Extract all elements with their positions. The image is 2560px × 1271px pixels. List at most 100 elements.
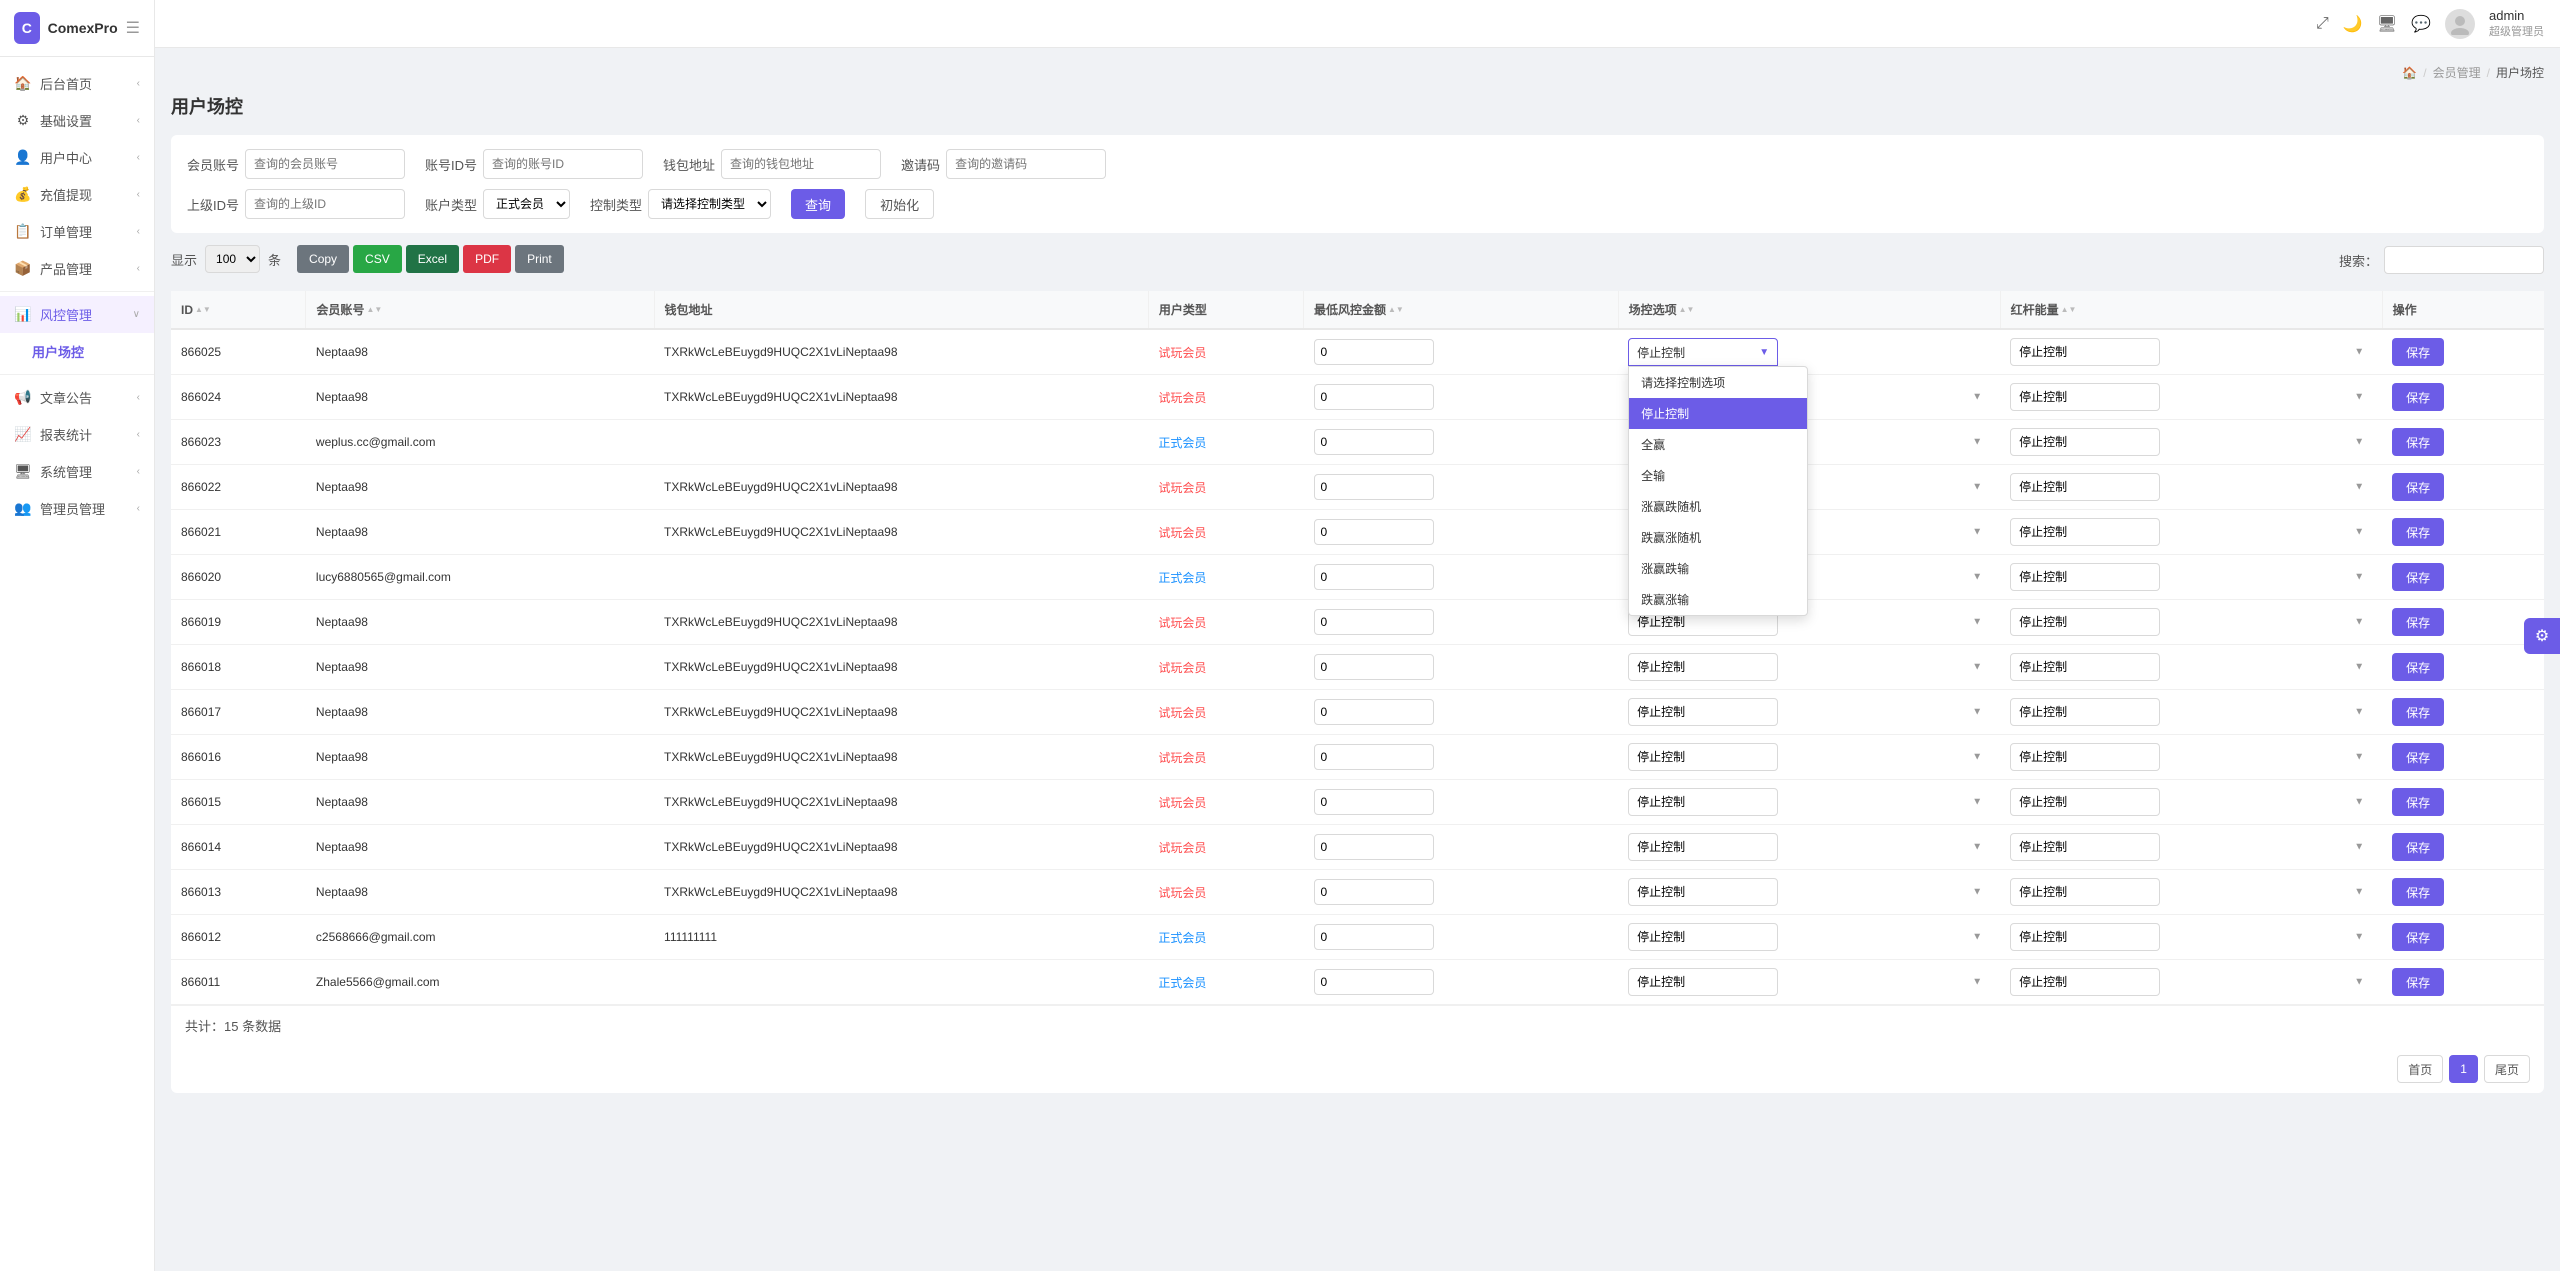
field-control-select[interactable]: 停止控制 全赢 全输 涨赢跌随机 跌赢涨随机 涨赢跌输 跌赢涨输 [1628,923,1778,951]
min-risk-input[interactable] [1314,699,1434,725]
field-control-select[interactable]: 停止控制 全赢 全输 涨赢跌随机 跌赢涨随机 涨赢跌输 跌赢涨输 [1628,833,1778,861]
red-flag-select[interactable]: 停止控制 全赢 全输 [2010,518,2160,546]
sidebar-item-basic[interactable]: ⚙ 基础设置 ‹ [0,102,154,139]
query-button[interactable]: 查询 [791,189,845,219]
dropdown-item-fall-random[interactable]: 跌赢涨随机 [1629,522,1807,553]
pdf-button[interactable]: PDF [463,245,511,273]
save-button[interactable]: 保存 [2392,428,2444,456]
save-button[interactable]: 保存 [2392,563,2444,591]
min-risk-input[interactable] [1314,834,1434,860]
min-risk-input[interactable] [1314,609,1434,635]
field-control-select[interactable]: 停止控制 全赢 全输 涨赢跌随机 跌赢涨随机 涨赢跌输 跌赢涨输 [1628,878,1778,906]
min-risk-input[interactable] [1314,969,1434,995]
sidebar-item-system[interactable]: 🖥 系统管理 ‹ [0,453,154,490]
sidebar-item-recharge[interactable]: 💰 充值提现 ‹ [0,176,154,213]
min-risk-input[interactable] [1314,519,1434,545]
control-type-select[interactable]: 请选择控制类型 停止控制 全赢 全输 涨赢跌随机 跌赢涨随机 涨赢跌输 跌赢涨输 [648,189,771,219]
min-risk-input[interactable] [1314,384,1434,410]
red-flag-select[interactable]: 停止控制 全赢 全输 [2010,788,2160,816]
min-risk-input[interactable] [1314,429,1434,455]
table-search-input[interactable] [2384,246,2544,274]
sort-id-icon[interactable]: ▲▼ [195,306,211,314]
sort-field-control-icon[interactable]: ▲▼ [1679,306,1695,314]
print-button[interactable]: Print [515,245,564,273]
fab-settings-button[interactable]: ⚙ [2524,618,2560,654]
reset-button[interactable]: 初始化 [865,189,934,219]
dropdown-item-rise-random[interactable]: 涨赢跌随机 [1629,491,1807,522]
sidebar-item-user-control[interactable]: 用户场控 [0,333,154,370]
red-flag-select[interactable]: 停止控制 全赢 全输 [2010,743,2160,771]
next-page-button[interactable]: 尾页 [2484,1055,2530,1083]
account-type-select[interactable]: 正式会员 试玩会员 [483,189,570,219]
sidebar-item-products[interactable]: 📦 产品管理 ‹ [0,250,154,287]
min-risk-input[interactable] [1314,789,1434,815]
monitor-icon[interactable]: 🖥 [2377,14,2397,34]
field-control-select[interactable]: 停止控制 全赢 全输 涨赢跌随机 跌赢涨随机 涨赢跌输 跌赢涨输 [1628,788,1778,816]
sort-red-flag-icon[interactable]: ▲▼ [2061,306,2077,314]
parent-id-input[interactable] [245,189,405,219]
min-risk-input[interactable] [1314,564,1434,590]
red-flag-select[interactable]: 停止控制 全赢 全输 [2010,968,2160,996]
save-button[interactable]: 保存 [2392,788,2444,816]
save-button[interactable]: 保存 [2392,383,2444,411]
copy-button[interactable]: Copy [297,245,349,273]
red-flag-select[interactable]: 停止控制 全赢 全输 [2010,698,2160,726]
chat-icon[interactable]: 💬 [2411,14,2431,34]
save-button[interactable]: 保存 [2392,653,2444,681]
menu-toggle-icon[interactable]: ☰ [126,18,140,38]
account-id-input[interactable] [483,149,643,179]
red-flag-select[interactable]: 停止控制 全赢 全输 [2010,473,2160,501]
sidebar-item-admin[interactable]: 👥 管理员管理 ‹ [0,490,154,527]
save-button[interactable]: 保存 [2392,743,2444,771]
sidebar-item-dashboard[interactable]: 🏠 后台首页 ‹ [0,65,154,102]
red-flag-select[interactable]: 停止控制 全赢 全输 [2010,608,2160,636]
expand-icon[interactable]: ⤢ [2316,15,2329,33]
save-button[interactable]: 保存 [2392,608,2444,636]
save-button[interactable]: 保存 [2392,473,2444,501]
save-button[interactable]: 保存 [2392,338,2444,366]
red-flag-select[interactable]: 停止控制 全赢 全输 [2010,653,2160,681]
prev-page-button[interactable]: 首页 [2397,1055,2443,1083]
excel-button[interactable]: Excel [406,245,459,273]
avatar[interactable] [2445,9,2475,39]
min-risk-input[interactable] [1314,924,1434,950]
dropdown-item-placeholder[interactable]: 请选择控制选项 [1629,367,1807,398]
dropdown-item-fall-lose[interactable]: 跌赢涨输 [1629,584,1807,615]
dropdown-item-all-lose[interactable]: 全输 [1629,460,1807,491]
save-button[interactable]: 保存 [2392,518,2444,546]
display-count-select[interactable]: 10 25 50 100 [205,245,260,273]
red-flag-select[interactable]: 停止控制 全赢 全输 [2010,428,2160,456]
save-button[interactable]: 保存 [2392,968,2444,996]
min-risk-input[interactable] [1314,879,1434,905]
field-control-select[interactable]: 停止控制 全赢 全输 涨赢跌随机 跌赢涨随机 涨赢跌输 跌赢涨输 [1628,968,1778,996]
field-control-select[interactable]: 停止控制 全赢 全输 涨赢跌随机 跌赢涨随机 涨赢跌输 跌赢涨输 [1628,743,1778,771]
sidebar-item-user-center[interactable]: 👤 用户中心 ‹ [0,139,154,176]
red-flag-select[interactable]: 停止控制 全赢 全输 [2010,383,2160,411]
sidebar-item-reports[interactable]: 📈 报表统计 ‹ [0,416,154,453]
save-button[interactable]: 保存 [2392,698,2444,726]
sort-min-risk-icon[interactable]: ▲▼ [1388,306,1404,314]
save-button[interactable]: 保存 [2392,833,2444,861]
sort-account-icon[interactable]: ▲▼ [366,306,382,314]
invite-input[interactable] [946,149,1106,179]
dropdown-item-stop[interactable]: 停止控制 [1629,398,1807,429]
sidebar-item-orders[interactable]: 📋 订单管理 ‹ [0,213,154,250]
save-button[interactable]: 保存 [2392,923,2444,951]
sidebar-item-notice[interactable]: 📢 文章公告 ‹ [0,379,154,416]
red-flag-select[interactable]: 停止控制 全赢 全输 [2010,923,2160,951]
red-flag-select[interactable]: 停止控制 全赢 全输 [2010,833,2160,861]
min-risk-input[interactable] [1314,654,1434,680]
min-risk-input[interactable] [1314,339,1434,365]
page-1-button[interactable]: 1 [2449,1055,2478,1083]
red-flag-select[interactable]: 停止控制 全赢 全输 [2010,878,2160,906]
min-risk-input[interactable] [1314,744,1434,770]
save-button[interactable]: 保存 [2392,878,2444,906]
field-control-select[interactable]: 停止控制 全赢 全输 涨赢跌随机 跌赢涨随机 涨赢跌输 跌赢涨输 [1628,698,1778,726]
breadcrumb-member[interactable]: 会员管理 [2433,64,2481,81]
field-control-select[interactable]: 停止控制 全赢 全输 涨赢跌随机 跌赢涨随机 涨赢跌输 跌赢涨输 [1628,653,1778,681]
red-flag-select[interactable]: 停止控制 全赢 全输 [2010,563,2160,591]
sidebar-item-risk[interactable]: 📊 风控管理 ∨ [0,296,154,333]
moon-icon[interactable]: 🌙 [2343,14,2363,34]
dropdown-item-rise-lose[interactable]: 涨赢跌输 [1629,553,1807,584]
member-no-input[interactable] [245,149,405,179]
